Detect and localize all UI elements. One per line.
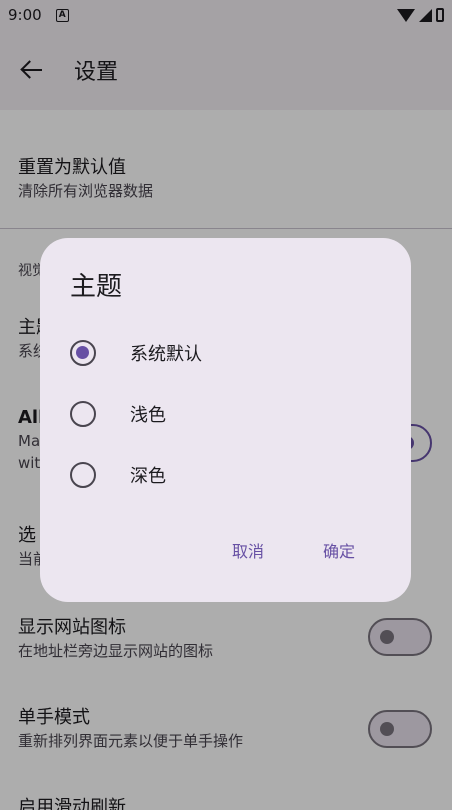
option-label: 深色 [130, 466, 166, 487]
radio-selected-icon[interactable] [70, 340, 96, 366]
dialog-title: 主题 [70, 272, 123, 302]
radio-icon[interactable] [70, 401, 96, 427]
option-label: 浅色 [130, 405, 166, 426]
option-dark[interactable]: 深色 [70, 452, 390, 498]
theme-dialog: 主题 系统默认 浅色 深色 取消 确定 [40, 238, 411, 602]
option-label: 系统默认 [130, 344, 202, 365]
cancel-button[interactable]: 取消 [232, 538, 264, 562]
radio-icon[interactable] [70, 462, 96, 488]
option-light[interactable]: 浅色 [70, 391, 390, 437]
option-system-default[interactable]: 系统默认 [70, 330, 390, 376]
confirm-button[interactable]: 确定 [323, 538, 355, 562]
